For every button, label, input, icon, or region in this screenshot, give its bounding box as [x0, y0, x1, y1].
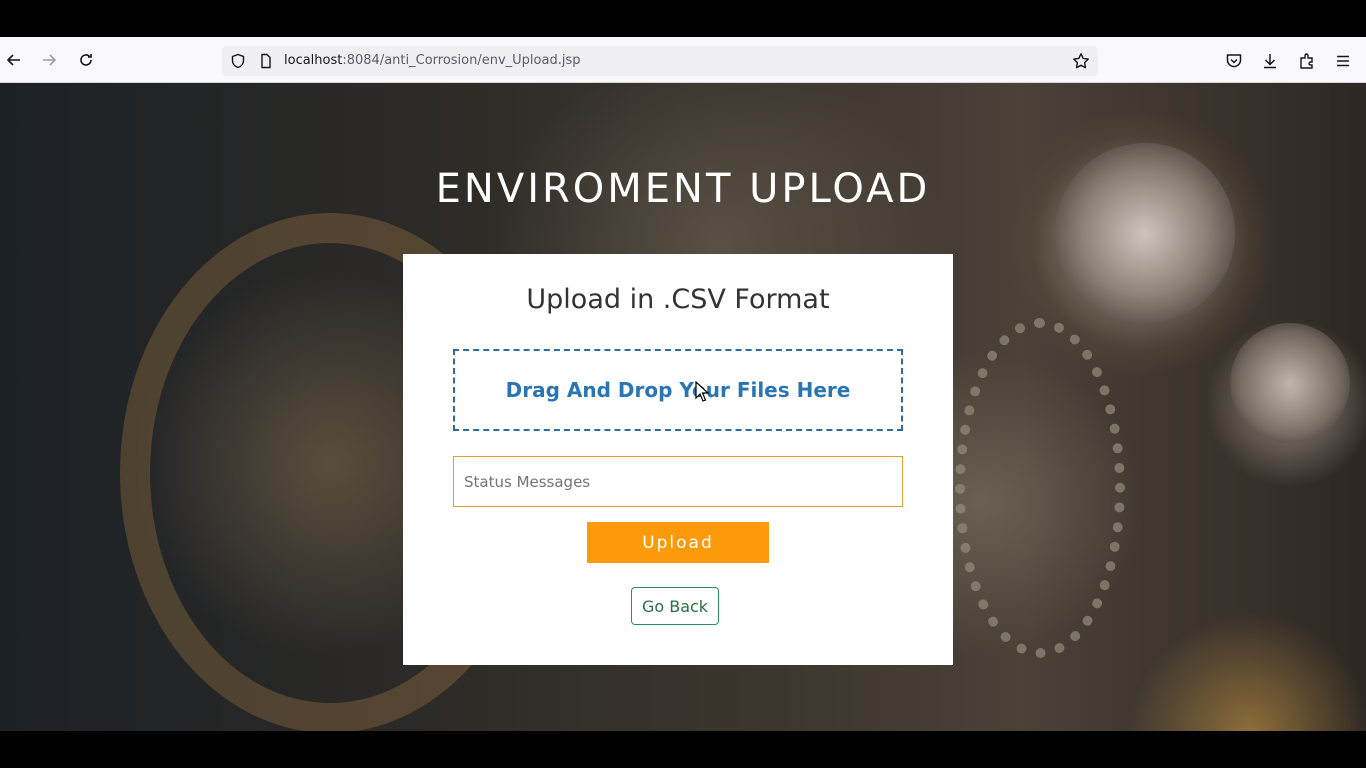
reload-icon [80, 54, 92, 66]
status-messages-field[interactable] [453, 456, 903, 507]
card-title: Upload in .CSV Format [526, 284, 830, 315]
screen-top-bar [0, 0, 1366, 37]
arrow-right-icon [43, 54, 57, 66]
file-dropzone[interactable]: Drag And Drop Your Files Here [453, 349, 903, 431]
download-icon[interactable] [1261, 52, 1279, 70]
shield-icon[interactable] [230, 53, 246, 69]
upload-card: Upload in .CSV Format Drag And Drop Your… [403, 254, 953, 665]
star-icon[interactable] [1072, 52, 1090, 70]
url-path: :8084/anti_Corrosion/env_Upload.jsp [342, 53, 581, 68]
screen-bottom-bar [0, 731, 1366, 768]
url-host: localhost [284, 53, 343, 68]
upload-button[interactable]: Upload [587, 522, 769, 563]
puzzle-icon[interactable] [1298, 52, 1316, 70]
url-text[interactable]: localhost:8084/anti_Corrosion/env_Upload… [284, 53, 581, 68]
mouse-cursor-icon [695, 381, 709, 402]
page-title: ENVIROMENT UPLOAD [435, 166, 931, 212]
background-gear [1230, 323, 1350, 443]
hamburger-menu-icon[interactable] [1334, 52, 1352, 70]
pocket-icon[interactable] [1225, 52, 1243, 70]
back-button[interactable] [2, 48, 26, 72]
reload-button[interactable] [74, 48, 98, 72]
forward-button[interactable] [37, 48, 61, 72]
dropzone-label: Drag And Drop Your Files Here [505, 378, 851, 402]
go-back-button[interactable]: Go Back [631, 587, 719, 625]
arrow-left-icon [6, 54, 20, 66]
page-icon[interactable] [258, 53, 274, 69]
background-gear [955, 318, 1125, 658]
browser-toolbar: localhost:8084/anti_Corrosion/env_Upload… [0, 37, 1366, 83]
page-viewport: ENVIROMENT UPLOAD Upload in .CSV Format … [0, 83, 1366, 731]
url-bar[interactable]: localhost:8084/anti_Corrosion/env_Upload… [222, 46, 1098, 76]
